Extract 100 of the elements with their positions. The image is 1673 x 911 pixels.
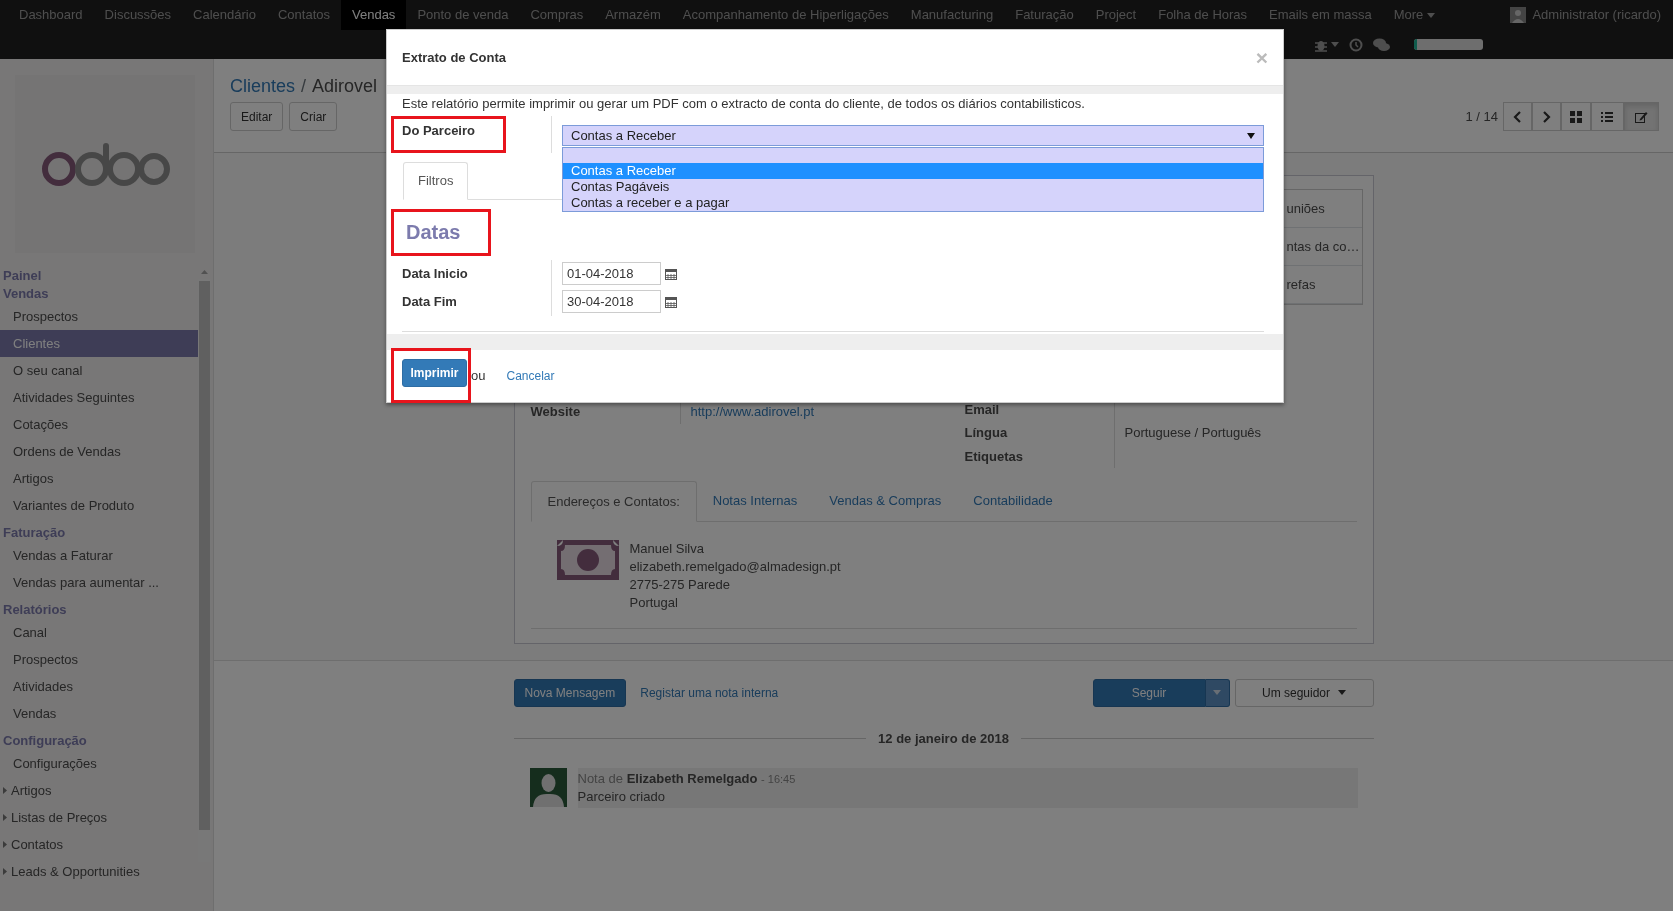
sidebar-item[interactable]: O seu canal [0, 357, 198, 384]
cancel-link[interactable]: Cancelar [506, 366, 555, 385]
view-switch-button[interactable] [1591, 102, 1624, 131]
action-button[interactable]: Criar [289, 102, 338, 131]
follow-button[interactable]: Seguir [1092, 678, 1206, 707]
sidebar-item[interactable]: Clientes [0, 330, 198, 357]
sidebar-item[interactable]: Artigos [0, 777, 198, 804]
print-button[interactable]: Imprimir [402, 359, 467, 387]
chat-icon[interactable] [1373, 37, 1390, 52]
sidebar-item[interactable]: Atividades [0, 673, 198, 700]
new-message-button[interactable]: Nova Mensagem [513, 678, 627, 707]
view-switch-button[interactable] [1624, 102, 1659, 131]
field-label: Data Fim [391, 287, 552, 316]
user-avatar-icon [1510, 7, 1527, 23]
menu-item[interactable]: Contatos [266, 0, 341, 30]
sidebar-item[interactable]: Cotações [0, 411, 198, 438]
field-label: Data Inicio [391, 259, 552, 288]
log-note-link[interactable]: Registar uma nota interna [640, 683, 779, 702]
sidebar-item[interactable]: Variantes de Produto [0, 492, 198, 519]
section-header: Configuração [2, 732, 88, 750]
user-avatar [529, 768, 567, 807]
field-label: Língua [964, 421, 1115, 445]
contact-line: elizabeth.remelgado@almadesign.pt [629, 557, 841, 576]
contact-line: Portugal [629, 593, 679, 612]
section-header: Faturação [2, 524, 67, 542]
follow-dropdown-button[interactable] [1205, 678, 1230, 707]
field-value: Portuguese / Português [1124, 425, 1262, 440]
field-label: Do Parceiro [401, 122, 476, 140]
pager-button[interactable] [1532, 102, 1561, 131]
sidebar-item[interactable]: Listas de Preços [0, 804, 198, 831]
menu-item[interactable]: Calendário [182, 0, 267, 30]
sidebar-item[interactable]: Contatos [0, 831, 198, 858]
form-tab[interactable]: Notas Internas [696, 480, 814, 521]
date-separator: 12 de janeiro de 2018 [878, 729, 1009, 748]
dropdown-option[interactable]: Contas a receber e a pagar [563, 195, 1263, 211]
sidebar-item[interactable]: Ordens de Vendas [0, 438, 198, 465]
sidebar-item[interactable]: Vendas para aumentar ... [0, 569, 198, 596]
dropdown-option[interactable]: Contas Pagáveis [563, 179, 1263, 195]
caret-icon [1213, 690, 1221, 695]
edit-icon [1635, 110, 1648, 123]
intro-text: Este relatório permite imprimir ou gerar um PDF com o extracto de conta do cliente, de todos os diários contabilisticos. [402, 95, 1086, 113]
dialog-tab[interactable]: Filtros [403, 161, 469, 200]
contact-line: 2775-275 Parede [629, 575, 731, 594]
field-label: Etiquetas [964, 444, 1115, 468]
menu-item[interactable]: Discussões [93, 0, 183, 30]
user-name[interactable]: Administrator (ricardo) [1532, 5, 1661, 25]
field-value[interactable]: http://www.adirovel.pt [690, 404, 815, 419]
caret-icon [1331, 42, 1339, 47]
banknote-icon [556, 539, 619, 580]
section-header: Relatórios [2, 601, 68, 619]
menu-item[interactable]: Dashboard [8, 0, 94, 30]
more-menu[interactable]: More [1382, 0, 1447, 30]
calendar-icon[interactable] [665, 267, 677, 280]
sidebar-item[interactable]: Artigos [0, 465, 198, 492]
progress-track[interactable] [1414, 39, 1483, 50]
or-text: ou [471, 366, 486, 385]
expand-icon [3, 841, 7, 848]
caret-icon [1427, 12, 1436, 18]
view-switch-button[interactable] [1561, 102, 1591, 131]
pager-value: 1 / 14 [1465, 107, 1498, 126]
action-button[interactable]: Editar [230, 102, 284, 131]
breadcrumb-item[interactable]: Clientes [230, 72, 296, 100]
caret-icon [1338, 690, 1346, 695]
chevron-left-icon [1512, 109, 1523, 124]
expand-icon [3, 787, 7, 794]
grid-icon [1569, 110, 1583, 123]
sidebar-item[interactable]: Atividades Seguintes [0, 384, 198, 411]
sidebar-item[interactable]: Vendas [0, 700, 198, 727]
sidebar-item[interactable]: Configurações [0, 750, 198, 777]
sidebar-item[interactable]: Prospectos [0, 646, 198, 673]
menu-item[interactable]: Vendas [341, 0, 407, 30]
expand-icon [3, 868, 7, 875]
close-button[interactable]: × [1255, 47, 1268, 68]
sidebar-item[interactable]: Prospectos [0, 303, 198, 330]
dropdown-arrow-icon [1247, 132, 1255, 139]
list-icon [1601, 110, 1614, 123]
dialog-title: Extrato de Conta [402, 48, 506, 67]
form-tab[interactable]: Endereços e Contatos: [530, 480, 697, 522]
sidebar-item[interactable]: Canal [0, 619, 198, 646]
form-tab[interactable]: Vendas & Compras [813, 480, 958, 521]
select-value: Contas a Receber [571, 126, 676, 145]
message-author: Elizabeth Remelgado [626, 771, 758, 786]
date-input[interactable]: 30-04-2018 [562, 290, 661, 313]
expand-icon [3, 814, 7, 821]
dropdown-option[interactable]: Contas a Receber [563, 163, 1263, 179]
section-header: Painel [2, 267, 43, 285]
breadcrumb-separator: / [301, 74, 307, 98]
pager-button[interactable] [1503, 102, 1532, 131]
form-tab[interactable]: Contabilidade [957, 480, 1069, 521]
followers-button[interactable]: Um seguidor [1234, 678, 1374, 707]
message-body: Parceiro criado [577, 788, 666, 806]
calendar-icon[interactable] [665, 295, 677, 308]
date-input[interactable]: 01-04-2018 [562, 262, 661, 285]
sidebar-item[interactable]: Vendas a Faturar [0, 542, 198, 569]
section-title: Datas [405, 219, 462, 245]
select-field[interactable]: Contas a Receber [562, 125, 1264, 146]
sidebar-item[interactable]: Leads & Opportunities [0, 858, 198, 885]
section-header: Vendas [2, 285, 50, 303]
breadcrumb-item: Adirovel [312, 74, 378, 98]
clock-icon[interactable] [1349, 37, 1363, 52]
